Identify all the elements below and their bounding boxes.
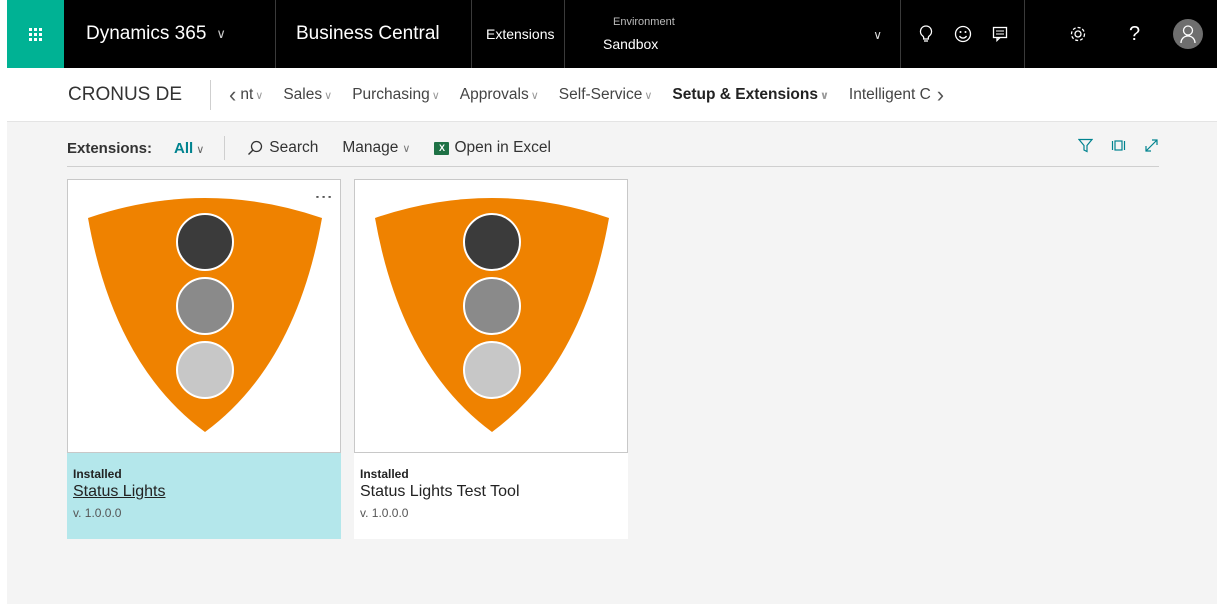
topbar-icon-group [901, 0, 1025, 68]
extension-info: Installed Status Lights v. 1.0.0.0 [67, 453, 341, 539]
nav-item-setup-extensions[interactable]: Setup & Extensions ∨ [672, 86, 829, 104]
user-avatar-icon[interactable] [1173, 19, 1203, 49]
gear-icon[interactable] [1059, 0, 1096, 68]
chevron-down-icon: ∨ [644, 89, 653, 102]
search-label: Search [269, 139, 319, 156]
chevron-down-icon: ∨ [819, 89, 829, 102]
extension-status: Installed [73, 467, 122, 481]
waffle-icon [29, 27, 42, 41]
section-label: Extensions [486, 26, 555, 42]
nav-item-label: Self-Service [558, 85, 643, 103]
view-filter-label: All [174, 139, 194, 157]
manage-menu[interactable]: Manage ∨ [342, 139, 410, 157]
chevron-down-icon: ∨ [196, 143, 205, 156]
page-caption: Extensions: [67, 139, 153, 157]
extension-version: v. 1.0.0.0 [360, 506, 409, 520]
search-icon [248, 140, 263, 155]
more-options-icon[interactable]: ⋮ [314, 188, 334, 206]
extension-title-link[interactable]: Status Lights [73, 483, 335, 501]
extension-tile[interactable]: ⋮ Installed Status Lights v. 1.0.0.0 [67, 179, 341, 539]
chevron-right-icon[interactable]: › [933, 82, 948, 108]
nav-item-purchasing[interactable]: Purchasing ∨ [352, 86, 440, 104]
nav-item-label: Intelligent C [848, 85, 931, 103]
environment-value: Sandbox [603, 36, 659, 52]
extension-status: Installed [360, 467, 409, 481]
search-button[interactable]: Search [247, 139, 318, 157]
open-in-excel-button[interactable]: X Open in Excel [434, 139, 551, 157]
chevron-down-icon: ∨ [530, 89, 539, 102]
view-filter-dropdown[interactable]: All ∨ [174, 140, 204, 157]
app-name-menu[interactable]: Dynamics 365 ∨ [64, 0, 276, 68]
extension-logo: ⋮ [67, 179, 341, 453]
extension-info: Installed Status Lights Test Tool v. 1.0… [354, 453, 628, 539]
extension-version: v. 1.0.0.0 [73, 506, 122, 520]
divider [224, 136, 226, 160]
feedback-icon[interactable] [981, 0, 1018, 68]
product-name[interactable]: Business Central [276, 0, 472, 68]
nav-item-label: Setup & Extensions [672, 85, 818, 103]
nav-item-self-service[interactable]: Self-Service ∨ [559, 86, 653, 104]
nav-item-previous[interactable]: nt ∨ [240, 86, 263, 104]
status-lights-logo-icon [88, 198, 322, 432]
nav-item-sales[interactable]: Sales ∨ [283, 86, 332, 104]
lightbulb-icon[interactable] [907, 0, 944, 68]
nav-item-label: Sales [283, 85, 323, 103]
environment-label: Environment [613, 16, 675, 28]
smiley-icon[interactable] [944, 0, 981, 68]
nav-item-approvals[interactable]: Approvals ∨ [460, 86, 539, 104]
action-bar: Extensions: All ∨ Search Manage ∨ X Open i… [67, 130, 1159, 167]
chevron-down-icon: ∨ [216, 26, 226, 41]
nav-item-label: nt [240, 85, 254, 103]
top-bar: Dynamics 365 ∨ Business Central Extensio… [7, 0, 1217, 68]
layout-icon[interactable] [1111, 138, 1126, 153]
app-name: Dynamics 365 [86, 23, 207, 44]
chevron-down-icon: ∨ [255, 89, 264, 102]
filter-icon[interactable] [1078, 138, 1093, 153]
nav-item-label: Approvals [459, 85, 529, 103]
topbar-right-group: ? [1025, 0, 1217, 68]
product-label: Business Central [296, 23, 440, 44]
environment-selector[interactable]: Environment Sandbox ∨ [565, 0, 901, 68]
chevron-down-icon: ∨ [402, 142, 411, 155]
extension-title-link[interactable]: Status Lights Test Tool [360, 483, 622, 501]
chevron-left-icon[interactable]: ‹ [225, 82, 240, 108]
nav-item-label: Purchasing [352, 85, 430, 103]
chevron-down-icon: ∨ [324, 89, 333, 102]
status-lights-logo-icon [375, 198, 609, 432]
open-in-excel-label: Open in Excel [454, 139, 551, 156]
manage-label: Manage [342, 139, 399, 156]
content-area: CRONUS DE ‹ nt ∨ Sales ∨ Purchasing ∨ Appro… [7, 68, 1217, 604]
nav-items: ‹ nt ∨ Sales ∨ Purchasing ∨ Approvals ∨ Self… [225, 82, 948, 108]
nav-item-intelligent-cloud[interactable]: Intelligent C [849, 86, 931, 104]
chevron-down-icon: ∨ [431, 89, 440, 102]
role-center-navbar: CRONUS DE ‹ nt ∨ Sales ∨ Purchasing ∨ Appro… [7, 68, 1217, 122]
section-name: Extensions [472, 0, 565, 68]
expand-icon[interactable] [1144, 138, 1159, 153]
help-icon[interactable]: ? [1116, 0, 1153, 68]
chevron-down-icon: ∨ [873, 28, 882, 42]
company-name[interactable]: CRONUS DE [68, 79, 212, 110]
extension-logo [354, 179, 628, 453]
excel-icon: X [434, 141, 450, 155]
action-bar-right-icons [1078, 138, 1159, 153]
app-launcher-button[interactable] [7, 0, 64, 68]
extension-tile[interactable]: Installed Status Lights Test Tool v. 1.0… [354, 179, 628, 539]
